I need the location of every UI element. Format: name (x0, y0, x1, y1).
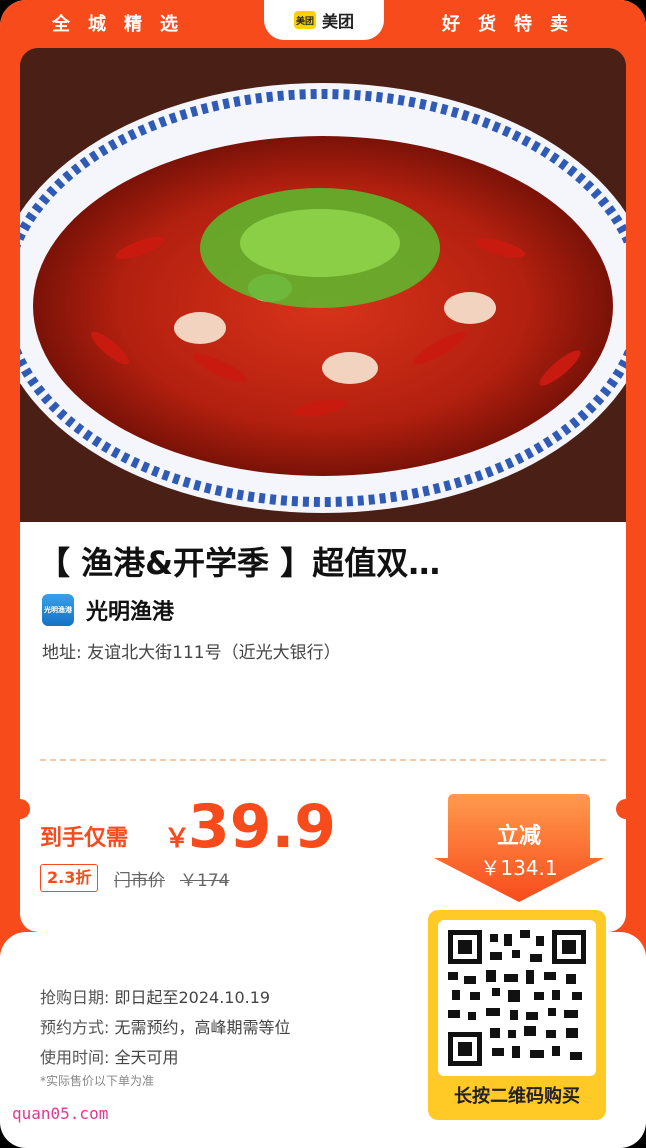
deal-poster: 全城精选 好货特卖 美团 美团 【 渔港&开学季 】超值双… 光明渔港 光明渔港… (0, 0, 646, 1148)
badge-amount: ￥134.1 (480, 856, 558, 880)
shop-name: 光明渔港 (86, 600, 175, 625)
info-row-usage-time: 使用时间: 全天可用 (40, 1048, 179, 1067)
brand-name: 美团 (321, 12, 354, 31)
badge-title: 立减 (496, 824, 541, 849)
shop-row[interactable]: 光明渔港 光明渔港 (42, 594, 174, 626)
qr-code-box[interactable]: 长按二维码购买 (428, 910, 606, 1120)
shop-address: 地址: 友谊北大街111号（近光大银行） (42, 643, 341, 663)
price-currency: ￥ (164, 824, 191, 854)
price-note: *实际售价以下单为准 (40, 1074, 155, 1088)
dish-photo (20, 48, 626, 522)
discount-badge: 2.3折 (40, 864, 99, 892)
shop-logo-icon: 光明渔港 (42, 594, 74, 626)
header-right-text: 好货特卖 (442, 14, 586, 35)
qr-code-icon (448, 930, 586, 1066)
deal-title: 【 渔港&开学季 】超值双… (38, 544, 441, 582)
price-value: 39.9 (188, 792, 337, 862)
divider (40, 759, 606, 761)
original-price-label: 门市价 (114, 871, 165, 891)
info-row-date: 抢购日期: 即日起至2024.10.19 (40, 988, 271, 1007)
discount-arrow-badge: 立减 ￥134.1 (434, 794, 604, 902)
watermark: quan05.com (12, 1104, 109, 1123)
header-left-text: 全城精选 (52, 14, 196, 35)
brand-tab: 美团 美团 (264, 0, 384, 40)
price-label: 到手仅需 (40, 826, 129, 851)
info-row-reservation: 预约方式: 无需预约，高峰期需等位 (40, 1018, 291, 1037)
meituan-logo-icon: 美团 (293, 11, 316, 29)
original-price-value: ￥174 (180, 871, 230, 891)
qr-caption: 长按二维码购买 (454, 1086, 580, 1107)
